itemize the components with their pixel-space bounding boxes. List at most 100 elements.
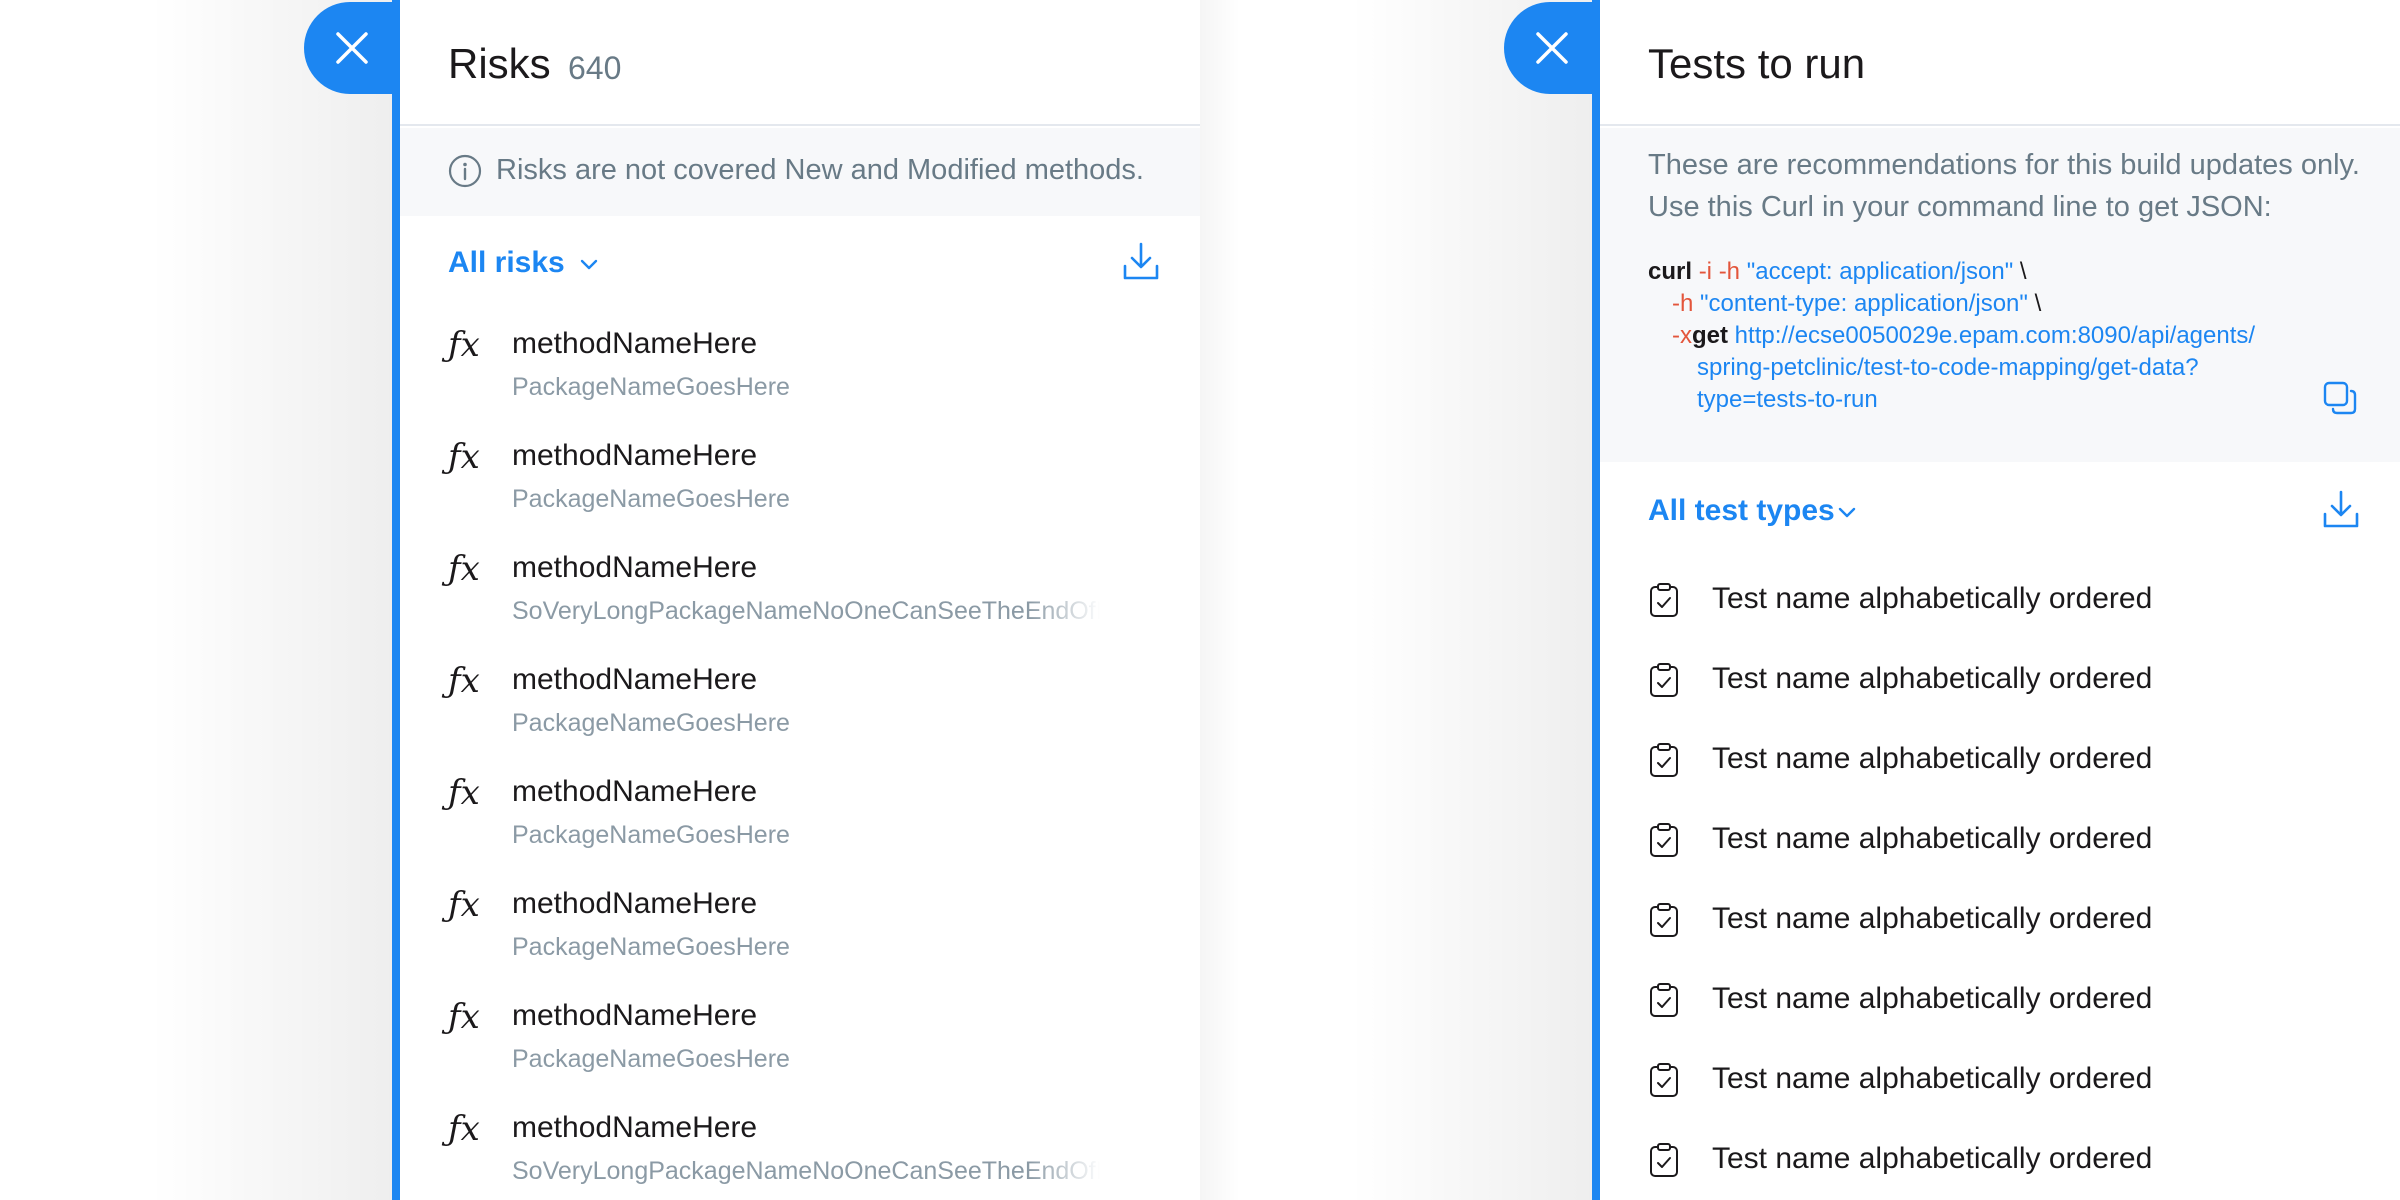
list-item[interactable]: ƒx methodNameHere PackageNameGoesHere <box>448 315 1168 427</box>
curl-header: "accept: application/json" <box>1746 258 2014 285</box>
curl-header: "content-type: application/json" <box>1700 290 2028 317</box>
function-icon: ƒx <box>448 885 480 925</box>
method-name: methodNameHere <box>512 887 758 920</box>
list-item[interactable]: Test name alphabetically ordered <box>1648 886 2348 966</box>
close-icon <box>336 32 368 64</box>
test-name: Test name alphabetically ordered <box>1712 822 2153 855</box>
function-icon: ƒx <box>448 997 480 1037</box>
risks-filter-dropdown[interactable]: All risks <box>448 246 565 280</box>
curl-url: type=tests-to-run <box>1697 386 1878 413</box>
risks-header: Risks 640 <box>400 0 1200 126</box>
method-name: methodNameHere <box>512 775 758 808</box>
curl-line-2: -h "content-type: application/json" \ <box>1648 288 2348 320</box>
package-name: PackageNameGoesHere <box>512 821 790 849</box>
backdrop-shadow <box>150 0 410 1200</box>
list-item[interactable]: ƒx methodNameHere PackageNameGoesHere <box>448 763 1168 875</box>
test-name: Test name alphabetically ordered <box>1712 582 2153 615</box>
clipboard-check-icon <box>1650 583 1678 617</box>
curl-backslash: \ <box>2034 290 2042 317</box>
list-item[interactable]: ƒx methodNameHere PackageNameGoesHere <box>448 875 1168 987</box>
risks-panel: Risks 640 Risks are not covered New and … <box>392 0 1200 1200</box>
clipboard-check-icon <box>1650 1143 1678 1177</box>
method-name: methodNameHere <box>512 1111 758 1144</box>
close-tests-button[interactable] <box>1504 2 1600 94</box>
curl-description-block: These are recommendations for this build… <box>1600 128 2400 462</box>
tests-panel: Tests to run These are recommendations f… <box>1592 0 2400 1200</box>
function-icon: ƒx <box>448 325 480 365</box>
list-item[interactable]: Test name alphabetically ordered <box>1648 1046 2348 1126</box>
backdrop-shadow <box>1200 0 1240 1200</box>
package-name: PackageNameGoesHere <box>512 1045 790 1073</box>
curl-flag: -i <box>1698 258 1713 285</box>
clipboard-check-icon <box>1650 823 1678 857</box>
method-name: methodNameHere <box>512 663 758 696</box>
list-item[interactable]: Test name alphabetically ordered <box>1648 726 2348 806</box>
download-icon[interactable] <box>2322 488 2360 530</box>
risks-filter-row: All risks <box>448 240 1160 290</box>
function-icon: ƒx <box>448 773 480 813</box>
list-item[interactable]: ƒx methodNameHere SoVeryLongPackageNameN… <box>448 1099 1168 1200</box>
test-name: Test name alphabetically ordered <box>1712 902 2153 935</box>
list-item[interactable]: Test name alphabetically ordered <box>1648 566 2348 646</box>
panel-accent-bar <box>1592 0 1600 1200</box>
method-name: methodNameHere <box>512 327 758 360</box>
list-item[interactable]: Test name alphabetically ordered <box>1648 1126 2348 1200</box>
curl-line-3: -xget http://ecse0050029e.epam.com:8090/… <box>1648 320 2348 352</box>
chevron-down-icon[interactable] <box>1836 502 1858 524</box>
function-icon: ƒx <box>448 549 480 589</box>
list-item[interactable]: Test name alphabetically ordered <box>1648 966 2348 1046</box>
package-name: PackageNameGoesHere <box>512 933 790 961</box>
curl-url: spring-petclinic/test-to-code-mapping/ge… <box>1697 354 2199 381</box>
curl-flag: -x <box>1672 322 1692 349</box>
risks-list: ƒx methodNameHere PackageNameGoesHere ƒx… <box>448 315 1168 1200</box>
list-item[interactable]: Test name alphabetically ordered <box>1648 806 2348 886</box>
clipboard-check-icon <box>1650 1063 1678 1097</box>
chevron-down-icon[interactable] <box>578 254 600 276</box>
clipboard-check-icon <box>1650 983 1678 1017</box>
curl-line-1: curl -i -h "accept: application/json" \ <box>1648 256 2348 288</box>
test-name: Test name alphabetically ordered <box>1712 1142 2153 1175</box>
info-text: Risks are not covered New and Modified m… <box>496 154 1144 186</box>
list-item[interactable]: ƒx methodNameHere PackageNameGoesHere <box>448 651 1168 763</box>
curl-command[interactable]: curl -i -h "accept: application/json" \ … <box>1648 256 2348 416</box>
curl-url: http://ecse0050029e.epam.com:8090/api/ag… <box>1734 322 2256 349</box>
tests-filter-row: All test types <box>1648 488 2360 538</box>
tests-header: Tests to run <box>1600 0 2400 126</box>
tests-list: Test name alphabetically ordered Test na… <box>1648 566 2348 1200</box>
list-item[interactable]: Test name alphabetically ordered <box>1648 646 2348 726</box>
list-item[interactable]: ƒx methodNameHere SoVeryLongPackageNameN… <box>448 539 1168 651</box>
curl-flag: -h <box>1718 258 1741 285</box>
close-icon <box>1536 32 1568 64</box>
package-name: PackageNameGoesHere <box>512 373 790 401</box>
panel-accent-bar <box>392 0 400 1200</box>
method-name: methodNameHere <box>512 551 758 584</box>
package-name: PackageNameGoesHere <box>512 709 790 737</box>
close-risks-button[interactable] <box>304 2 400 94</box>
package-name: PackageNameGoesHere <box>512 485 790 513</box>
list-item[interactable]: ƒx methodNameHere PackageNameGoesHere <box>448 987 1168 1099</box>
method-name: methodNameHere <box>512 999 758 1032</box>
package-name: SoVeryLongPackageNameNoOneCanSeeTheEndOf… <box>512 597 1100 625</box>
risks-count: 640 <box>568 50 622 86</box>
curl-cmd: curl <box>1648 258 1693 285</box>
tests-filter-dropdown[interactable]: All test types <box>1648 494 1835 528</box>
test-name: Test name alphabetically ordered <box>1712 982 2153 1015</box>
test-name: Test name alphabetically ordered <box>1712 742 2153 775</box>
copy-icon[interactable] <box>2322 380 2358 416</box>
package-name: SoVeryLongPackageNameNoOneCanSeeTheEndOf… <box>512 1157 1100 1185</box>
info-icon <box>448 154 482 188</box>
curl-method: get <box>1692 322 1728 349</box>
function-icon: ƒx <box>448 437 480 477</box>
list-item[interactable]: ƒx methodNameHere PackageNameGoesHere <box>448 427 1168 539</box>
curl-backslash: \ <box>2019 258 2027 285</box>
clipboard-check-icon <box>1650 743 1678 777</box>
method-name: methodNameHere <box>512 439 758 472</box>
test-name: Test name alphabetically ordered <box>1712 1062 2153 1095</box>
page-title: Risks <box>448 40 551 87</box>
page-title: Tests to run <box>1648 40 1866 87</box>
download-icon[interactable] <box>1122 240 1160 282</box>
backdrop-shadow <box>1350 0 1610 1200</box>
function-icon: ƒx <box>448 661 480 701</box>
info-banner: Risks are not covered New and Modified m… <box>400 128 1200 216</box>
clipboard-check-icon <box>1650 663 1678 697</box>
